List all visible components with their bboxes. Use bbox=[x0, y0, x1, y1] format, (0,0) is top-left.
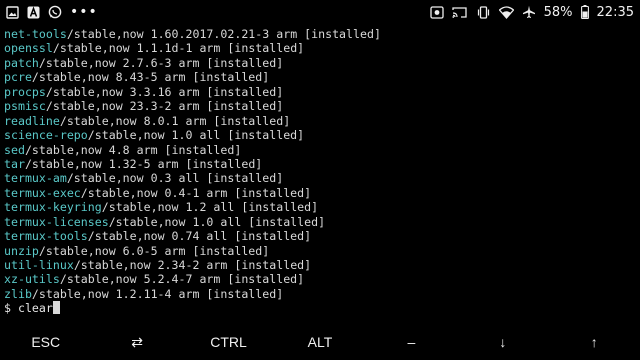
a-notification-icon bbox=[27, 5, 40, 19]
package-name: termux-keyring bbox=[4, 200, 102, 215]
package-details: /stable,now 2.7.6-3 arm [installed] bbox=[38, 55, 284, 70]
image-notification-icon bbox=[6, 5, 19, 19]
dash-key[interactable]: – bbox=[366, 334, 457, 350]
prompt-line[interactable]: $ clear bbox=[4, 301, 636, 315]
package-details: /stable,now 5.2.4-7 arm [installed] bbox=[59, 272, 305, 287]
package-name: psmisc bbox=[4, 99, 46, 114]
terminal-line: termux-licenses/stable,now 1.0 all [inst… bbox=[4, 215, 636, 229]
terminal-line: net-tools/stable,now 1.60.2017.02.21-3 a… bbox=[4, 27, 636, 41]
package-name: termux-tools bbox=[4, 229, 88, 244]
terminal-line: termux-keyring/stable,now 1.2 all [insta… bbox=[4, 200, 636, 214]
package-name: zlib bbox=[4, 286, 32, 301]
package-details: /stable,now 0.74 all [installed] bbox=[87, 229, 312, 244]
package-name: xz-utils bbox=[4, 272, 60, 287]
terminal-line: util-linux/stable,now 2.34-2 arm [instal… bbox=[4, 258, 636, 272]
package-name: sed bbox=[4, 142, 25, 157]
package-details: /stable,now 1.60.2017.02.21-3 arm [insta… bbox=[66, 27, 381, 41]
terminal-line: zlib/stable,now 1.2.11-4 arm [installed] bbox=[4, 287, 636, 301]
package-name: termux-am bbox=[4, 171, 67, 186]
package-details: /stable,now 1.32-5 arm [installed] bbox=[24, 156, 263, 171]
package-name: termux-exec bbox=[4, 185, 81, 200]
terminal-line: psmisc/stable,now 23.3-2 arm [installed] bbox=[4, 99, 636, 113]
cast-icon bbox=[451, 6, 468, 19]
package-details: /stable,now 2.34-2 arm [installed] bbox=[73, 258, 312, 272]
package-details: /stable,now 1.1.1d-1 arm [installed] bbox=[52, 41, 305, 56]
up-arrow-key[interactable]: ↑ bbox=[549, 334, 640, 350]
more-notifications-icon: ••• bbox=[70, 4, 98, 20]
package-name: readline bbox=[4, 113, 60, 128]
package-name: util-linux bbox=[4, 258, 74, 272]
terminal-line: xz-utils/stable,now 5.2.4-7 arm [install… bbox=[4, 272, 636, 286]
terminal-output[interactable]: net-tools/stable,now 1.60.2017.02.21-3 a… bbox=[4, 27, 636, 322]
status-bar: ••• 58% 22:35 bbox=[0, 0, 640, 24]
terminal-line: unzip/stable,now 6.0-5 arm [installed] bbox=[4, 244, 636, 258]
package-name: openssl bbox=[4, 41, 53, 56]
terminal-line: openssl/stable,now 1.1.1d-1 arm [install… bbox=[4, 41, 636, 55]
terminal-line: pcre/stable,now 8.43-5 arm [installed] bbox=[4, 70, 636, 84]
package-details: /stable,now 0.4-1 arm [installed] bbox=[80, 185, 312, 200]
extra-keys-bar: ESC ⇄ CTRL ALT – ↓ ↑ bbox=[0, 324, 640, 360]
terminal-line: termux-exec/stable,now 0.4-1 arm [instal… bbox=[4, 186, 636, 200]
terminal-line: science-repo/stable,now 1.0 all [install… bbox=[4, 128, 636, 142]
package-details: /stable,now 1.2 all [installed] bbox=[101, 200, 319, 215]
whatsapp-icon bbox=[48, 5, 62, 19]
down-arrow-key[interactable]: ↓ bbox=[457, 334, 548, 350]
package-details: /stable,now 1.2.11-4 arm [installed] bbox=[31, 286, 284, 301]
package-details: /stable,now 1.0 all [installed] bbox=[108, 214, 326, 229]
package-name: patch bbox=[4, 55, 39, 70]
clock: 22:35 bbox=[596, 4, 634, 20]
alt-key[interactable]: ALT bbox=[274, 334, 365, 350]
package-details: /stable,now 23.3-2 arm [installed] bbox=[45, 99, 284, 114]
terminal-line: termux-am/stable,now 0.3 all [installed] bbox=[4, 171, 636, 185]
esc-key[interactable]: ESC bbox=[0, 334, 91, 350]
vibrate-icon bbox=[476, 5, 491, 19]
terminal-line: sed/stable,now 4.8 arm [installed] bbox=[4, 143, 636, 157]
notification-icons: ••• bbox=[6, 4, 98, 20]
package-name: science-repo bbox=[4, 128, 88, 143]
package-details: /stable,now 0.3 all [installed] bbox=[66, 171, 284, 186]
package-name: termux-licenses bbox=[4, 214, 109, 229]
photo-icon bbox=[429, 5, 444, 19]
package-name: unzip bbox=[4, 243, 39, 258]
wifi-icon bbox=[498, 5, 514, 19]
terminal-line: tar/stable,now 1.32-5 arm [installed] bbox=[4, 157, 636, 171]
package-details: /stable,now 8.0.1 arm [installed] bbox=[59, 113, 291, 128]
tab-key[interactable]: ⇄ bbox=[91, 334, 182, 351]
terminal-line: procps/stable,now 3.3.16 arm [installed] bbox=[4, 85, 636, 99]
ctrl-key[interactable]: CTRL bbox=[183, 334, 274, 350]
package-details: /stable,now 3.3.16 arm [installed] bbox=[45, 84, 284, 99]
battery-percentage: 58% bbox=[543, 4, 573, 20]
command-input[interactable]: clear bbox=[18, 301, 53, 315]
package-name: net-tools bbox=[4, 27, 67, 41]
package-details: /stable,now 8.43-5 arm [installed] bbox=[31, 70, 270, 85]
package-details: /stable,now 4.8 arm [installed] bbox=[24, 142, 242, 157]
text-cursor bbox=[52, 301, 60, 315]
airplane-icon bbox=[522, 5, 536, 19]
package-name: pcre bbox=[4, 70, 32, 85]
package-name: tar bbox=[4, 156, 25, 171]
terminal-line: termux-tools/stable,now 0.74 all [instal… bbox=[4, 229, 636, 243]
package-details: /stable,now 1.0 all [installed] bbox=[87, 128, 305, 143]
system-icons: 58% 22:35 bbox=[429, 4, 634, 20]
terminal-line: readline/stable,now 8.0.1 arm [installed… bbox=[4, 114, 636, 128]
prompt-symbol: $ bbox=[4, 301, 18, 316]
terminal-line: patch/stable,now 2.7.6-3 arm [installed] bbox=[4, 56, 636, 70]
battery-icon bbox=[580, 5, 589, 19]
package-details: /stable,now 6.0-5 arm [installed] bbox=[38, 243, 270, 258]
package-name: procps bbox=[4, 84, 46, 99]
